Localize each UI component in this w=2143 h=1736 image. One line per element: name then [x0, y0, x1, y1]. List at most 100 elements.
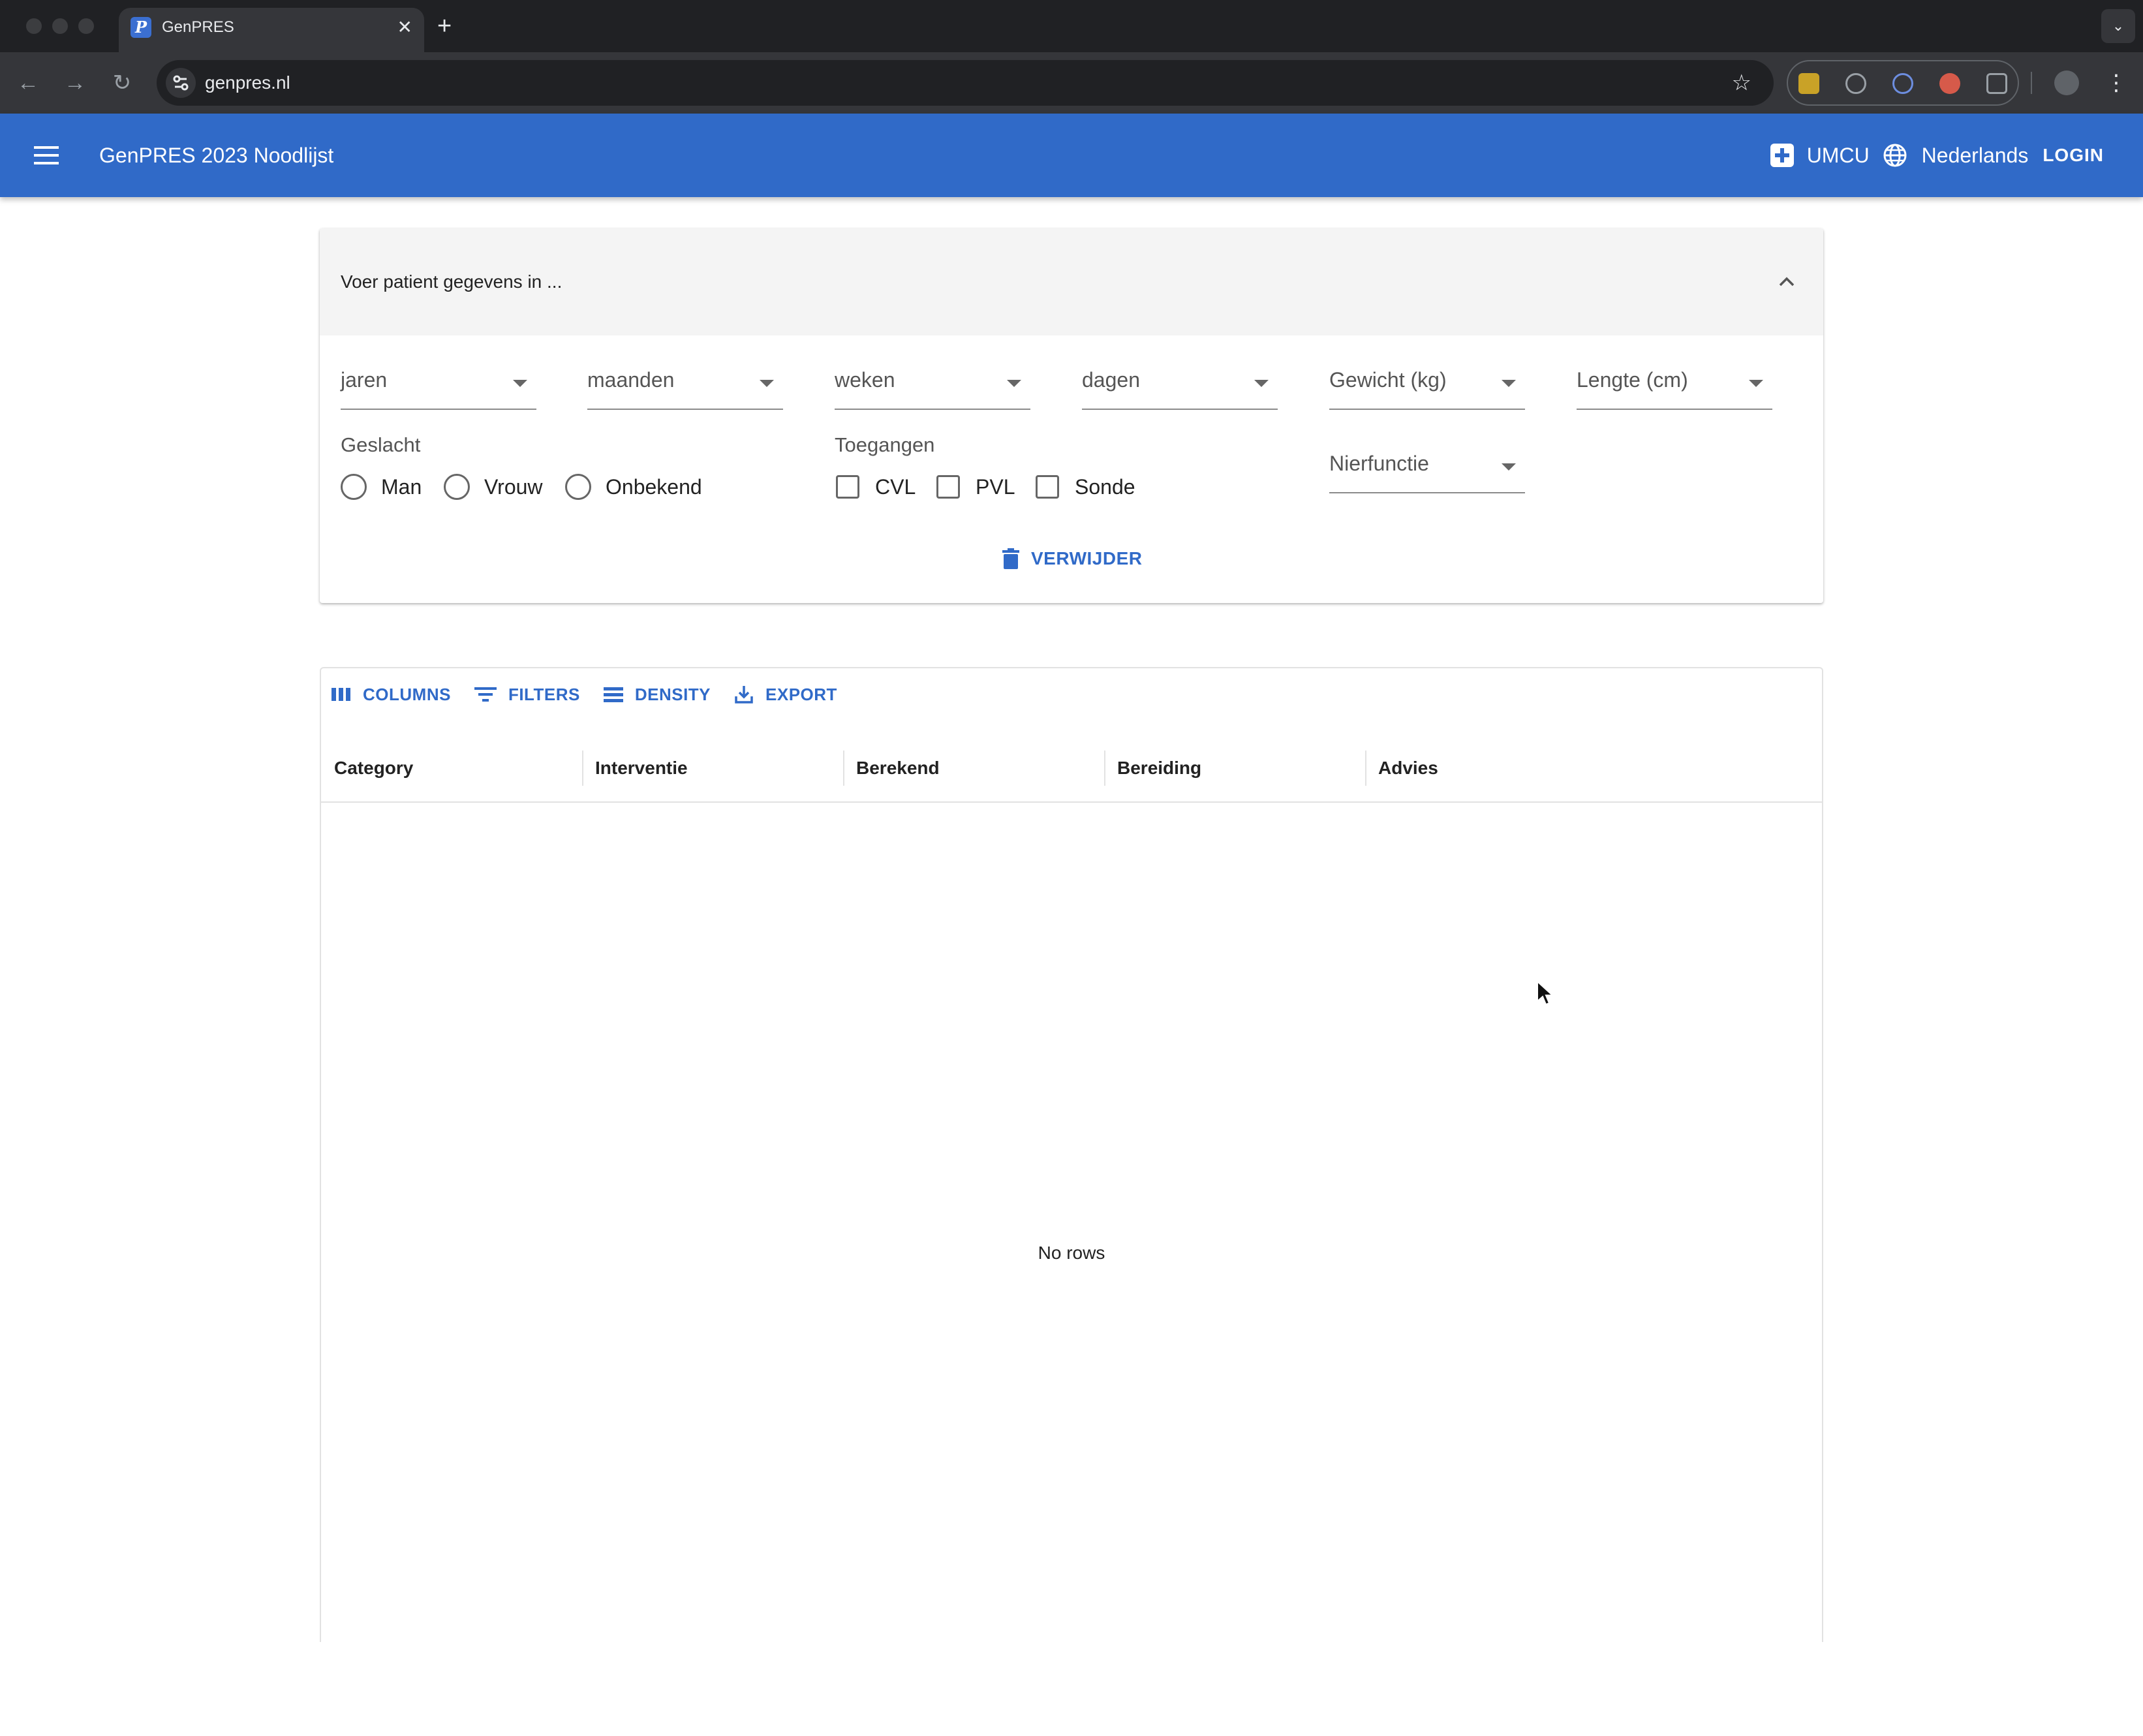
browser-tab[interactable]: P GenPRES ✕ — [119, 8, 424, 52]
tab-close-icon[interactable]: ✕ — [397, 17, 412, 38]
reload-icon[interactable]: ↻ — [106, 67, 138, 99]
weeks-select-label: weken — [835, 368, 895, 392]
hospital-selector[interactable]: UMCU — [1807, 144, 1870, 168]
checkbox-sonde-label[interactable]: Sonde — [1075, 475, 1135, 499]
filters-button[interactable]: FILTERS — [474, 685, 580, 705]
extension-icon-1[interactable] — [1798, 73, 1819, 94]
filter-icon — [474, 687, 497, 702]
caret-down-icon — [1749, 380, 1763, 387]
years-select[interactable]: jaren — [341, 365, 536, 410]
hospital-icon[interactable] — [1770, 144, 1794, 167]
app-title: GenPRES 2023 Noodlijst — [99, 144, 334, 167]
radio-vrouw-label[interactable]: Vrouw — [484, 475, 543, 499]
radio-onbekend[interactable] — [565, 474, 591, 500]
weeks-select[interactable]: weken — [835, 365, 1030, 410]
extensions-puzzle-icon[interactable] — [1986, 73, 2007, 94]
back-arrow-icon[interactable]: ← — [12, 67, 44, 99]
months-select[interactable]: maanden — [587, 365, 783, 410]
app-bar: GenPRES 2023 Noodlijst UMCU Nederlands L… — [0, 114, 2143, 197]
grid-column-headers: Category Interventie Berekend Bereiding … — [321, 734, 1822, 803]
window-minimize-dot[interactable] — [52, 18, 68, 34]
caret-down-icon — [1502, 380, 1516, 387]
radio-man[interactable] — [341, 474, 367, 500]
checkbox-sonde[interactable] — [1036, 475, 1059, 499]
caret-down-icon — [1254, 380, 1269, 387]
delete-button[interactable]: VERWIJDER — [1002, 546, 1142, 572]
checkbox-pvl-label[interactable]: PVL — [976, 475, 1015, 499]
language-selector[interactable]: Nederlands — [1922, 144, 2029, 168]
column-separator[interactable] — [582, 751, 583, 786]
checkbox-cvl[interactable] — [836, 475, 859, 499]
extensions-group — [1787, 60, 2019, 106]
days-select[interactable]: dagen — [1082, 365, 1278, 410]
grid-toolbar: COLUMNS FILTERS DENSITY EXPORT — [331, 681, 861, 707]
columns-button-label: COLUMNS — [363, 684, 451, 704]
browser-menu-icon[interactable]: ⋮ — [2105, 65, 2127, 101]
window-close-dot[interactable] — [26, 18, 42, 34]
patient-panel-title: Voer patient gegevens in ... — [341, 271, 563, 292]
tab-title: GenPRES — [162, 18, 234, 36]
checkbox-cvl-label[interactable]: CVL — [875, 475, 916, 499]
caret-down-icon — [1502, 463, 1516, 471]
window-maximize-dot[interactable] — [78, 18, 94, 34]
density-button-label: DENSITY — [634, 684, 711, 704]
column-header-bereiding[interactable]: Bereiding — [1117, 734, 1201, 803]
column-separator[interactable] — [843, 751, 844, 786]
profile-avatar[interactable] — [2054, 70, 2079, 95]
extension-icon-2[interactable] — [1845, 73, 1866, 94]
column-header-advies[interactable]: Advies — [1378, 734, 1438, 803]
radio-onbekend-label[interactable]: Onbekend — [606, 475, 702, 499]
patient-panel-header[interactable]: Voer patient gegevens in ... — [320, 228, 1823, 335]
column-separator[interactable] — [1365, 751, 1366, 786]
app-bar-actions: UMCU Nederlands LOGIN — [1770, 114, 2104, 197]
months-select-label: maanden — [587, 368, 675, 392]
mouse-cursor-icon — [1537, 980, 1553, 1006]
columns-button[interactable]: COLUMNS — [331, 685, 451, 705]
no-rows-message: No rows — [1038, 1243, 1105, 1263]
export-download-icon — [735, 686, 753, 704]
react-devtools-icon[interactable] — [1892, 73, 1913, 94]
forward-arrow-icon[interactable]: → — [59, 67, 91, 99]
length-select[interactable]: Lengte (cm) — [1577, 365, 1772, 410]
bookmark-star-icon[interactable]: ☆ — [1732, 60, 1751, 106]
browser-toolbar: ← → ↻ genpres.nl ☆ ⋮ — [0, 52, 2143, 114]
toolbar-separator — [2031, 72, 2032, 94]
extension-icon-4[interactable] — [1939, 73, 1960, 94]
genpres-favicon-icon: P — [131, 17, 151, 38]
export-button[interactable]: EXPORT — [734, 685, 837, 705]
density-icon — [603, 687, 623, 702]
filters-button-label: FILTERS — [508, 684, 580, 704]
new-tab-icon[interactable]: + — [437, 13, 452, 39]
caret-down-icon — [1007, 380, 1021, 387]
columns-icon — [331, 688, 350, 701]
radio-man-label[interactable]: Man — [381, 475, 422, 499]
column-header-berekend[interactable]: Berekend — [856, 734, 940, 803]
browser-tabstrip: P GenPRES ✕ + ⌄ — [0, 0, 2143, 52]
menu-hamburger-icon[interactable] — [34, 146, 59, 164]
kidney-function-label: Nierfunctie — [1329, 452, 1429, 475]
url-text[interactable]: genpres.nl — [205, 60, 290, 106]
days-select-label: dagen — [1082, 368, 1140, 392]
checkbox-pvl[interactable] — [936, 475, 960, 499]
length-select-label: Lengte (cm) — [1577, 368, 1688, 392]
caret-down-icon — [513, 380, 527, 387]
globe-icon[interactable] — [1883, 143, 1907, 168]
results-data-grid: COLUMNS FILTERS DENSITY EXPORT Category … — [320, 667, 1823, 1642]
radio-vrouw[interactable] — [444, 474, 470, 500]
tab-search-icon[interactable]: ⌄ — [2101, 9, 2135, 43]
density-button[interactable]: DENSITY — [603, 684, 711, 705]
export-button-label: EXPORT — [765, 684, 837, 704]
kidney-function-select[interactable]: Nierfunctie — [1329, 449, 1525, 493]
column-separator[interactable] — [1104, 751, 1105, 786]
caret-down-icon — [760, 380, 774, 387]
site-settings-icon[interactable] — [166, 68, 196, 98]
years-select-label: jaren — [341, 368, 388, 392]
delete-button-label: VERWIJDER — [1031, 548, 1143, 568]
address-bar[interactable]: genpres.nl ☆ — [157, 60, 1774, 106]
weight-select[interactable]: Gewicht (kg) — [1329, 365, 1525, 410]
trash-icon — [1002, 548, 1019, 569]
column-header-category[interactable]: Category — [334, 734, 413, 803]
login-button[interactable]: LOGIN — [2043, 145, 2104, 166]
chevron-up-icon[interactable] — [1776, 271, 1797, 292]
column-header-interventie[interactable]: Interventie — [595, 734, 688, 803]
